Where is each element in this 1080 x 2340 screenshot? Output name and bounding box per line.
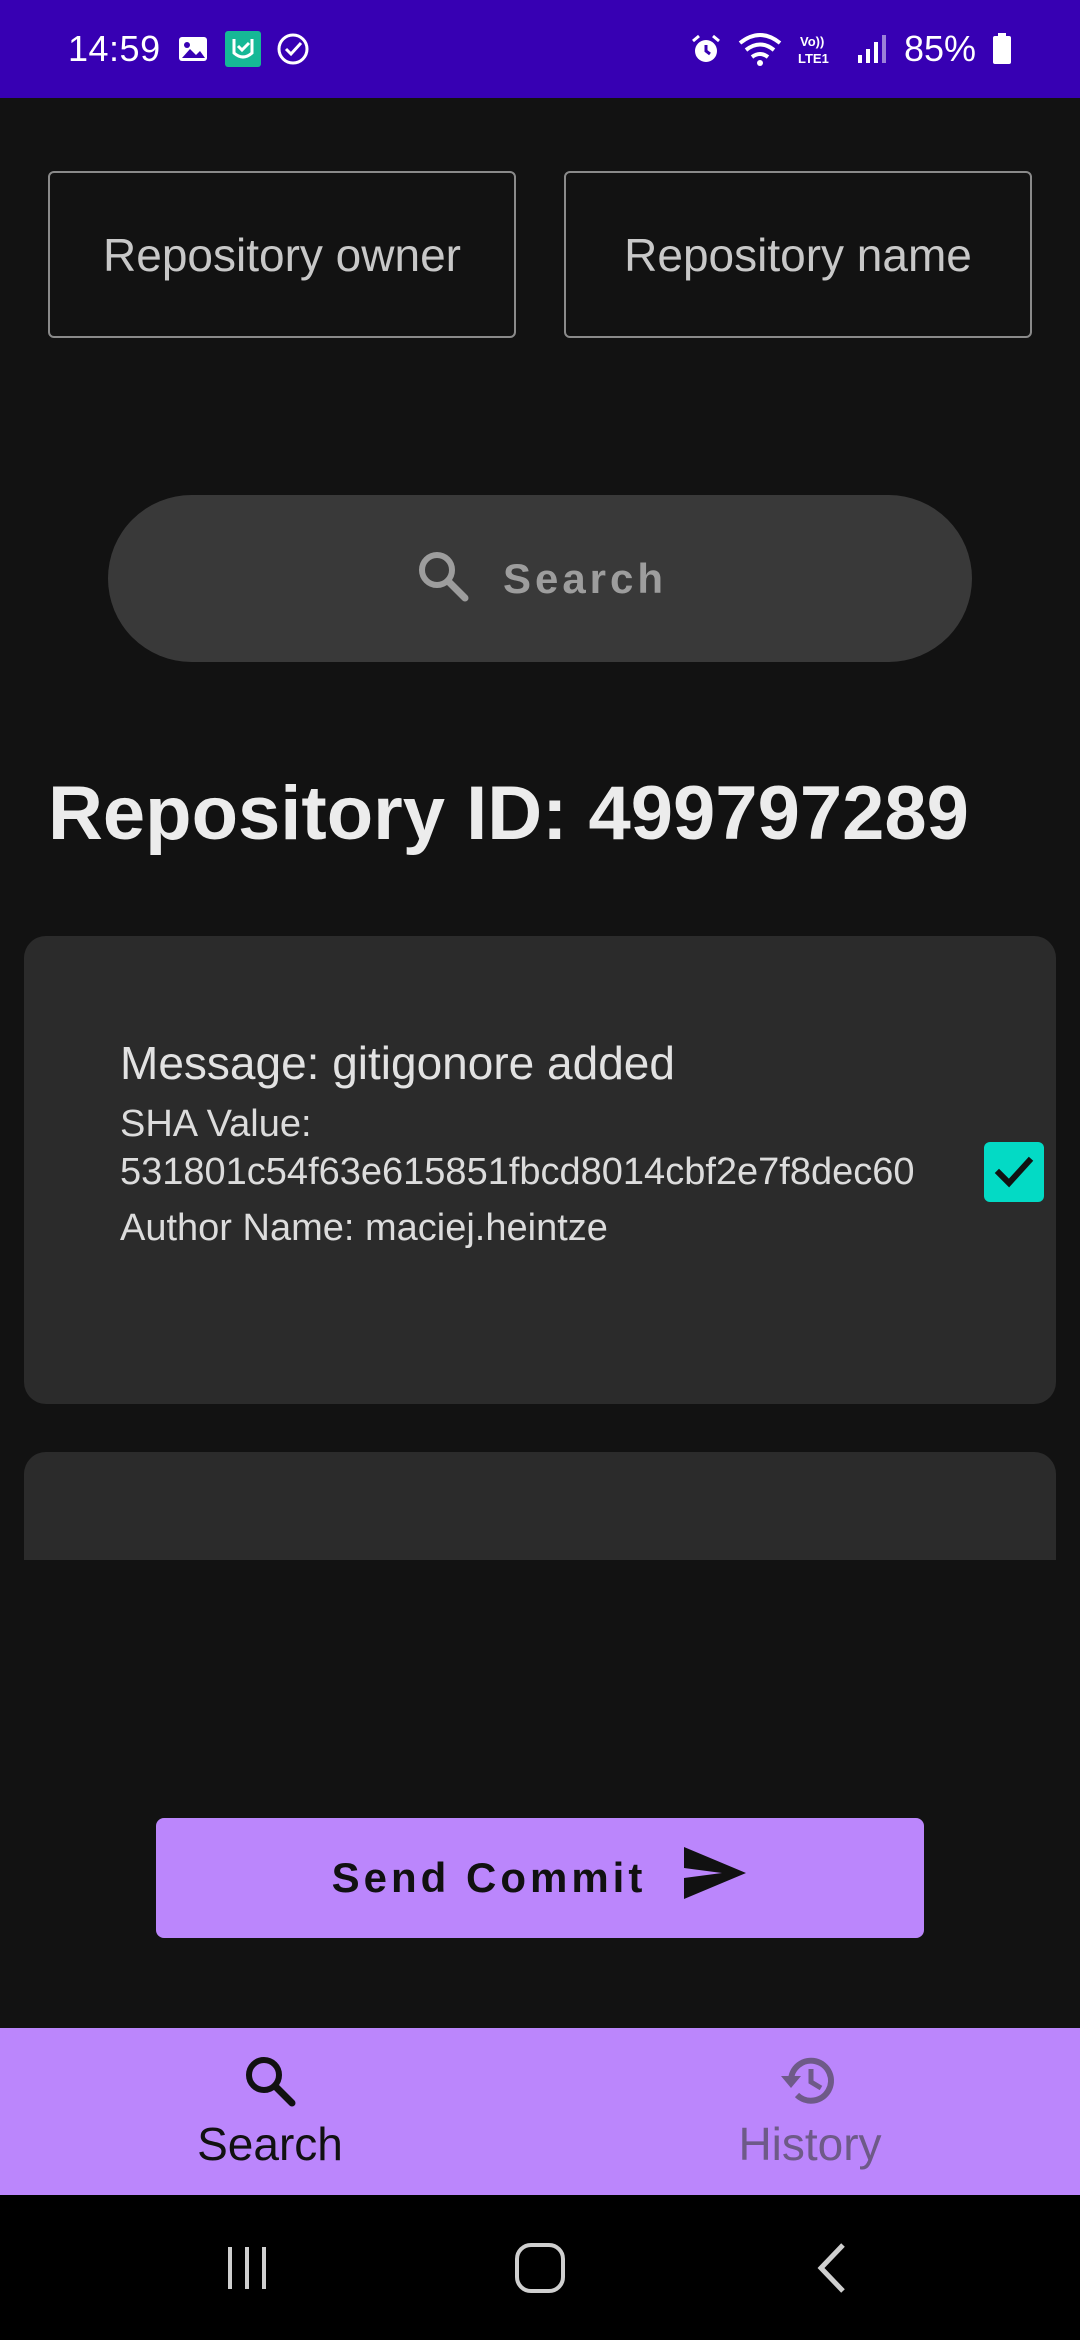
check-circle-icon	[275, 31, 311, 67]
bottom-navigation: Search History	[0, 2028, 1080, 2195]
commit-details: Message: gitigonore added SHA Value: 531…	[120, 1036, 990, 1252]
battery-percent: 85%	[903, 28, 976, 69]
commit-select-checkbox[interactable]	[984, 1142, 1044, 1202]
status-left: 14:59	[68, 28, 311, 70]
back-button[interactable]	[788, 2223, 878, 2313]
nav-item-history[interactable]: History	[540, 2028, 1080, 2195]
checkmark-icon	[994, 1156, 1034, 1188]
volte-icon: Vo)) LTE1	[796, 31, 840, 67]
system-navigation-bar	[0, 2195, 1080, 2340]
commit-list[interactable]: Message: gitigonore added SHA Value: 531…	[24, 936, 1056, 1560]
app-badge-icon	[224, 31, 261, 67]
send-commit-button[interactable]: Send Commit	[156, 1818, 924, 1938]
commit-message: Message: gitigonore added	[120, 1037, 675, 1089]
history-icon	[777, 2052, 843, 2115]
status-right: Vo)) LTE1 85%	[688, 28, 1014, 70]
recent-apps-icon	[227, 2246, 266, 2289]
wifi-icon	[738, 31, 782, 67]
status-time: 14:59	[68, 28, 161, 69]
repository-name-field[interactable]	[564, 171, 1032, 338]
back-icon	[817, 2242, 846, 2293]
repository-owner-input[interactable]	[50, 173, 514, 336]
signal-icon	[854, 31, 890, 67]
commit-sha: 531801c54f63e615851fbcd8014cbf2e7f8dec60	[120, 1151, 915, 1193]
nav-label-search: Search	[197, 2118, 343, 2170]
svg-text:Vo)): Vo))	[800, 34, 824, 49]
commit-card[interactable]: Message: gitigonore added SHA Value: 531…	[24, 936, 1056, 1404]
battery-icon	[990, 31, 1014, 67]
send-icon	[682, 1845, 748, 1911]
search-button-label: Search	[502, 554, 668, 602]
commit-card-partial[interactable]	[24, 1452, 1056, 1560]
repository-id: Repository ID: 499797289	[48, 771, 969, 856]
app-screen: 14:59 Vo)) LTE1 85% Repository owner Rep…	[0, 0, 1080, 2340]
nav-label-history: History	[738, 2118, 882, 2170]
search-button[interactable]: Search	[108, 495, 972, 662]
svg-text:LTE1: LTE1	[798, 51, 829, 66]
send-commit-label: Send Commit	[331, 1854, 647, 1901]
recent-apps-button[interactable]	[202, 2223, 292, 2313]
home-button[interactable]	[495, 2223, 585, 2313]
nav-item-search[interactable]: Search	[0, 2028, 540, 2195]
gallery-icon	[175, 31, 211, 67]
home-icon	[514, 2242, 565, 2293]
status-bar: 14:59 Vo)) LTE1 85%	[0, 0, 1080, 98]
repository-owner-field[interactable]	[48, 171, 516, 338]
repository-name-input[interactable]	[566, 173, 1030, 336]
search-icon	[413, 546, 473, 611]
commit-author: Author Name: maciej.heintze	[120, 1207, 608, 1249]
commit-sha-label: SHA Value:	[120, 1103, 312, 1145]
search-icon	[240, 2052, 300, 2115]
alarm-icon	[688, 31, 724, 67]
